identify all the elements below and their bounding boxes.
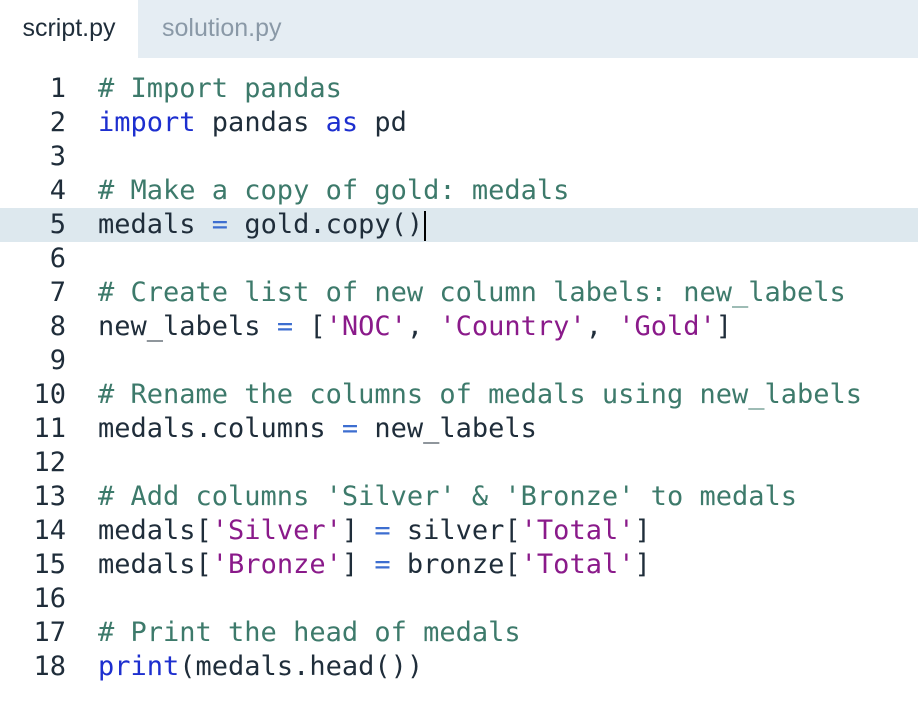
code-token-op: = — [374, 549, 391, 580]
code-token-string: 'Country' — [439, 311, 586, 342]
code-line[interactable]: 12 — [0, 446, 918, 480]
code-area[interactable]: 1 # Import pandas 2 import pandas as pd 3 4 # … — [0, 72, 918, 692]
code-token-plain: medals[ — [98, 549, 212, 580]
code-line[interactable]: 17 # Print the head of medals — [0, 616, 918, 650]
code-token-comment: # Create list of new column labels: new_… — [98, 277, 846, 308]
code-token-plain: pandas — [195, 107, 326, 138]
code-token-comment: # Print the head of medals — [98, 617, 521, 648]
code-token-plain: medals — [98, 209, 212, 240]
code-token-plain: medals[ — [98, 515, 212, 546]
code-editor: script.py solution.py 1 # Import pandas 2 i… — [0, 0, 918, 708]
code-token-keyword: as — [325, 107, 359, 138]
code-token-comment: # Rename the columns of medals using new… — [98, 379, 863, 410]
tab-script-py[interactable]: script.py — [0, 0, 138, 58]
code-text[interactable]: # Add columns 'Silver' & 'Bronze' to med… — [98, 480, 797, 514]
line-number: 9 — [49, 345, 66, 376]
code-token-plain: , — [406, 311, 440, 342]
code-token-string: 'NOC' — [325, 311, 407, 342]
code-token-string: 'Gold' — [618, 311, 716, 342]
code-token-op: = — [211, 209, 229, 240]
code-token-comment: # Add columns 'Silver' & 'Bronze' to med… — [98, 481, 797, 512]
file-tab-bar: script.py solution.py — [0, 0, 918, 58]
code-token-plain: [ — [293, 311, 326, 342]
code-line[interactable]: 2 import pandas as pd — [0, 106, 918, 140]
line-number: 4 — [49, 175, 66, 206]
code-line[interactable]: 18 print(medals.head()) — [0, 650, 918, 684]
line-number: 5 — [49, 209, 66, 240]
line-number: 12 — [33, 447, 66, 478]
code-token-plain: bronze[ — [390, 549, 521, 580]
code-line[interactable]: 1 # Import pandas — [0, 72, 918, 106]
code-line[interactable]: 4 # Make a copy of gold: medals — [0, 174, 918, 208]
line-number: 3 — [49, 141, 66, 172]
code-text[interactable]: print(medals.head()) — [98, 650, 423, 684]
line-number: 17 — [33, 617, 66, 648]
line-number: 8 — [49, 311, 66, 342]
code-token-string: 'Total' — [520, 549, 635, 580]
code-text[interactable]: medals['Silver'] = silver['Total'] — [98, 514, 651, 548]
code-token-plain: ] — [341, 515, 375, 546]
line-number: 14 — [33, 515, 66, 546]
code-line[interactable]: 14 medals['Silver'] = silver['Total'] — [0, 514, 918, 548]
code-text[interactable]: medals = gold.copy() — [98, 208, 427, 242]
code-token-plain: ] — [634, 549, 651, 580]
code-text[interactable]: # Make a copy of gold: medals — [98, 174, 569, 208]
line-number: 1 — [49, 73, 66, 104]
code-text[interactable]: # Print the head of medals — [98, 616, 521, 650]
line-number: 18 — [33, 651, 66, 682]
code-token-string: 'Bronze' — [211, 549, 342, 580]
line-number: 13 — [33, 481, 66, 512]
code-line[interactable]: 9 — [0, 344, 918, 378]
code-token-plain: ] — [341, 549, 375, 580]
tab-solution-py[interactable]: solution.py — [138, 0, 318, 58]
code-token-plain: (medals.head()) — [179, 651, 424, 682]
code-text[interactable]: # Import pandas — [98, 72, 342, 106]
code-line[interactable]: 7 # Create list of new column labels: new… — [0, 276, 918, 310]
code-text[interactable]: # Create list of new column labels: new_… — [98, 276, 846, 310]
code-token-plain: new_labels — [358, 413, 537, 444]
code-token-plain: ] — [715, 311, 733, 342]
code-text[interactable]: medals['Bronze'] = bronze['Total'] — [98, 548, 651, 582]
code-token-op: = — [276, 311, 294, 342]
code-token-comment: # Import pandas — [98, 73, 342, 104]
line-number: 2 — [49, 107, 66, 138]
line-number: 7 — [49, 277, 66, 308]
code-line[interactable]: 6 — [0, 242, 918, 276]
code-text[interactable]: new_labels = ['NOC', 'Country', 'Gold'] — [98, 310, 732, 344]
code-token-string: 'Total' — [520, 515, 635, 546]
code-line[interactable]: 5 medals = gold.copy() — [0, 208, 918, 242]
code-token-plain: silver[ — [390, 515, 521, 546]
code-line[interactable]: 15 medals['Bronze'] = bronze['Total'] — [0, 548, 918, 582]
code-line[interactable]: 16 — [0, 582, 918, 616]
code-token-op: = — [341, 413, 359, 444]
code-token-keyword: import — [98, 107, 196, 138]
line-number: 16 — [33, 583, 66, 614]
code-token-plain: , — [585, 311, 619, 342]
code-line[interactable]: 11 medals.columns = new_labels — [0, 412, 918, 446]
code-token-plain: pd — [358, 107, 407, 138]
code-token-keyword: print — [98, 651, 180, 682]
code-token-comment: # Make a copy of gold: medals — [98, 175, 570, 206]
code-token-plain: new_labels — [98, 311, 277, 342]
code-token-string: 'Silver' — [211, 515, 342, 546]
code-text[interactable]: import pandas as pd — [98, 106, 407, 140]
code-token-op: = — [374, 515, 391, 546]
line-number: 10 — [33, 379, 66, 410]
code-token-plain: ] — [634, 515, 651, 546]
code-token-plain: medals.columns — [98, 413, 342, 444]
line-number: 15 — [33, 549, 66, 580]
line-number: 11 — [33, 413, 66, 444]
code-token-plain: gold.copy() — [228, 209, 424, 240]
code-line[interactable]: 10 # Rename the columns of medals using n… — [0, 378, 918, 412]
code-line[interactable]: 3 — [0, 140, 918, 174]
code-text[interactable]: medals.columns = new_labels — [98, 412, 537, 446]
code-line[interactable]: 13 # Add columns 'Silver' & 'Bronze' to m… — [0, 480, 918, 514]
text-cursor — [424, 210, 427, 241]
line-number: 6 — [49, 243, 66, 274]
code-text[interactable]: # Rename the columns of medals using new… — [98, 378, 862, 412]
code-line[interactable]: 8 new_labels = ['NOC', 'Country', 'Gold'] — [0, 310, 918, 344]
